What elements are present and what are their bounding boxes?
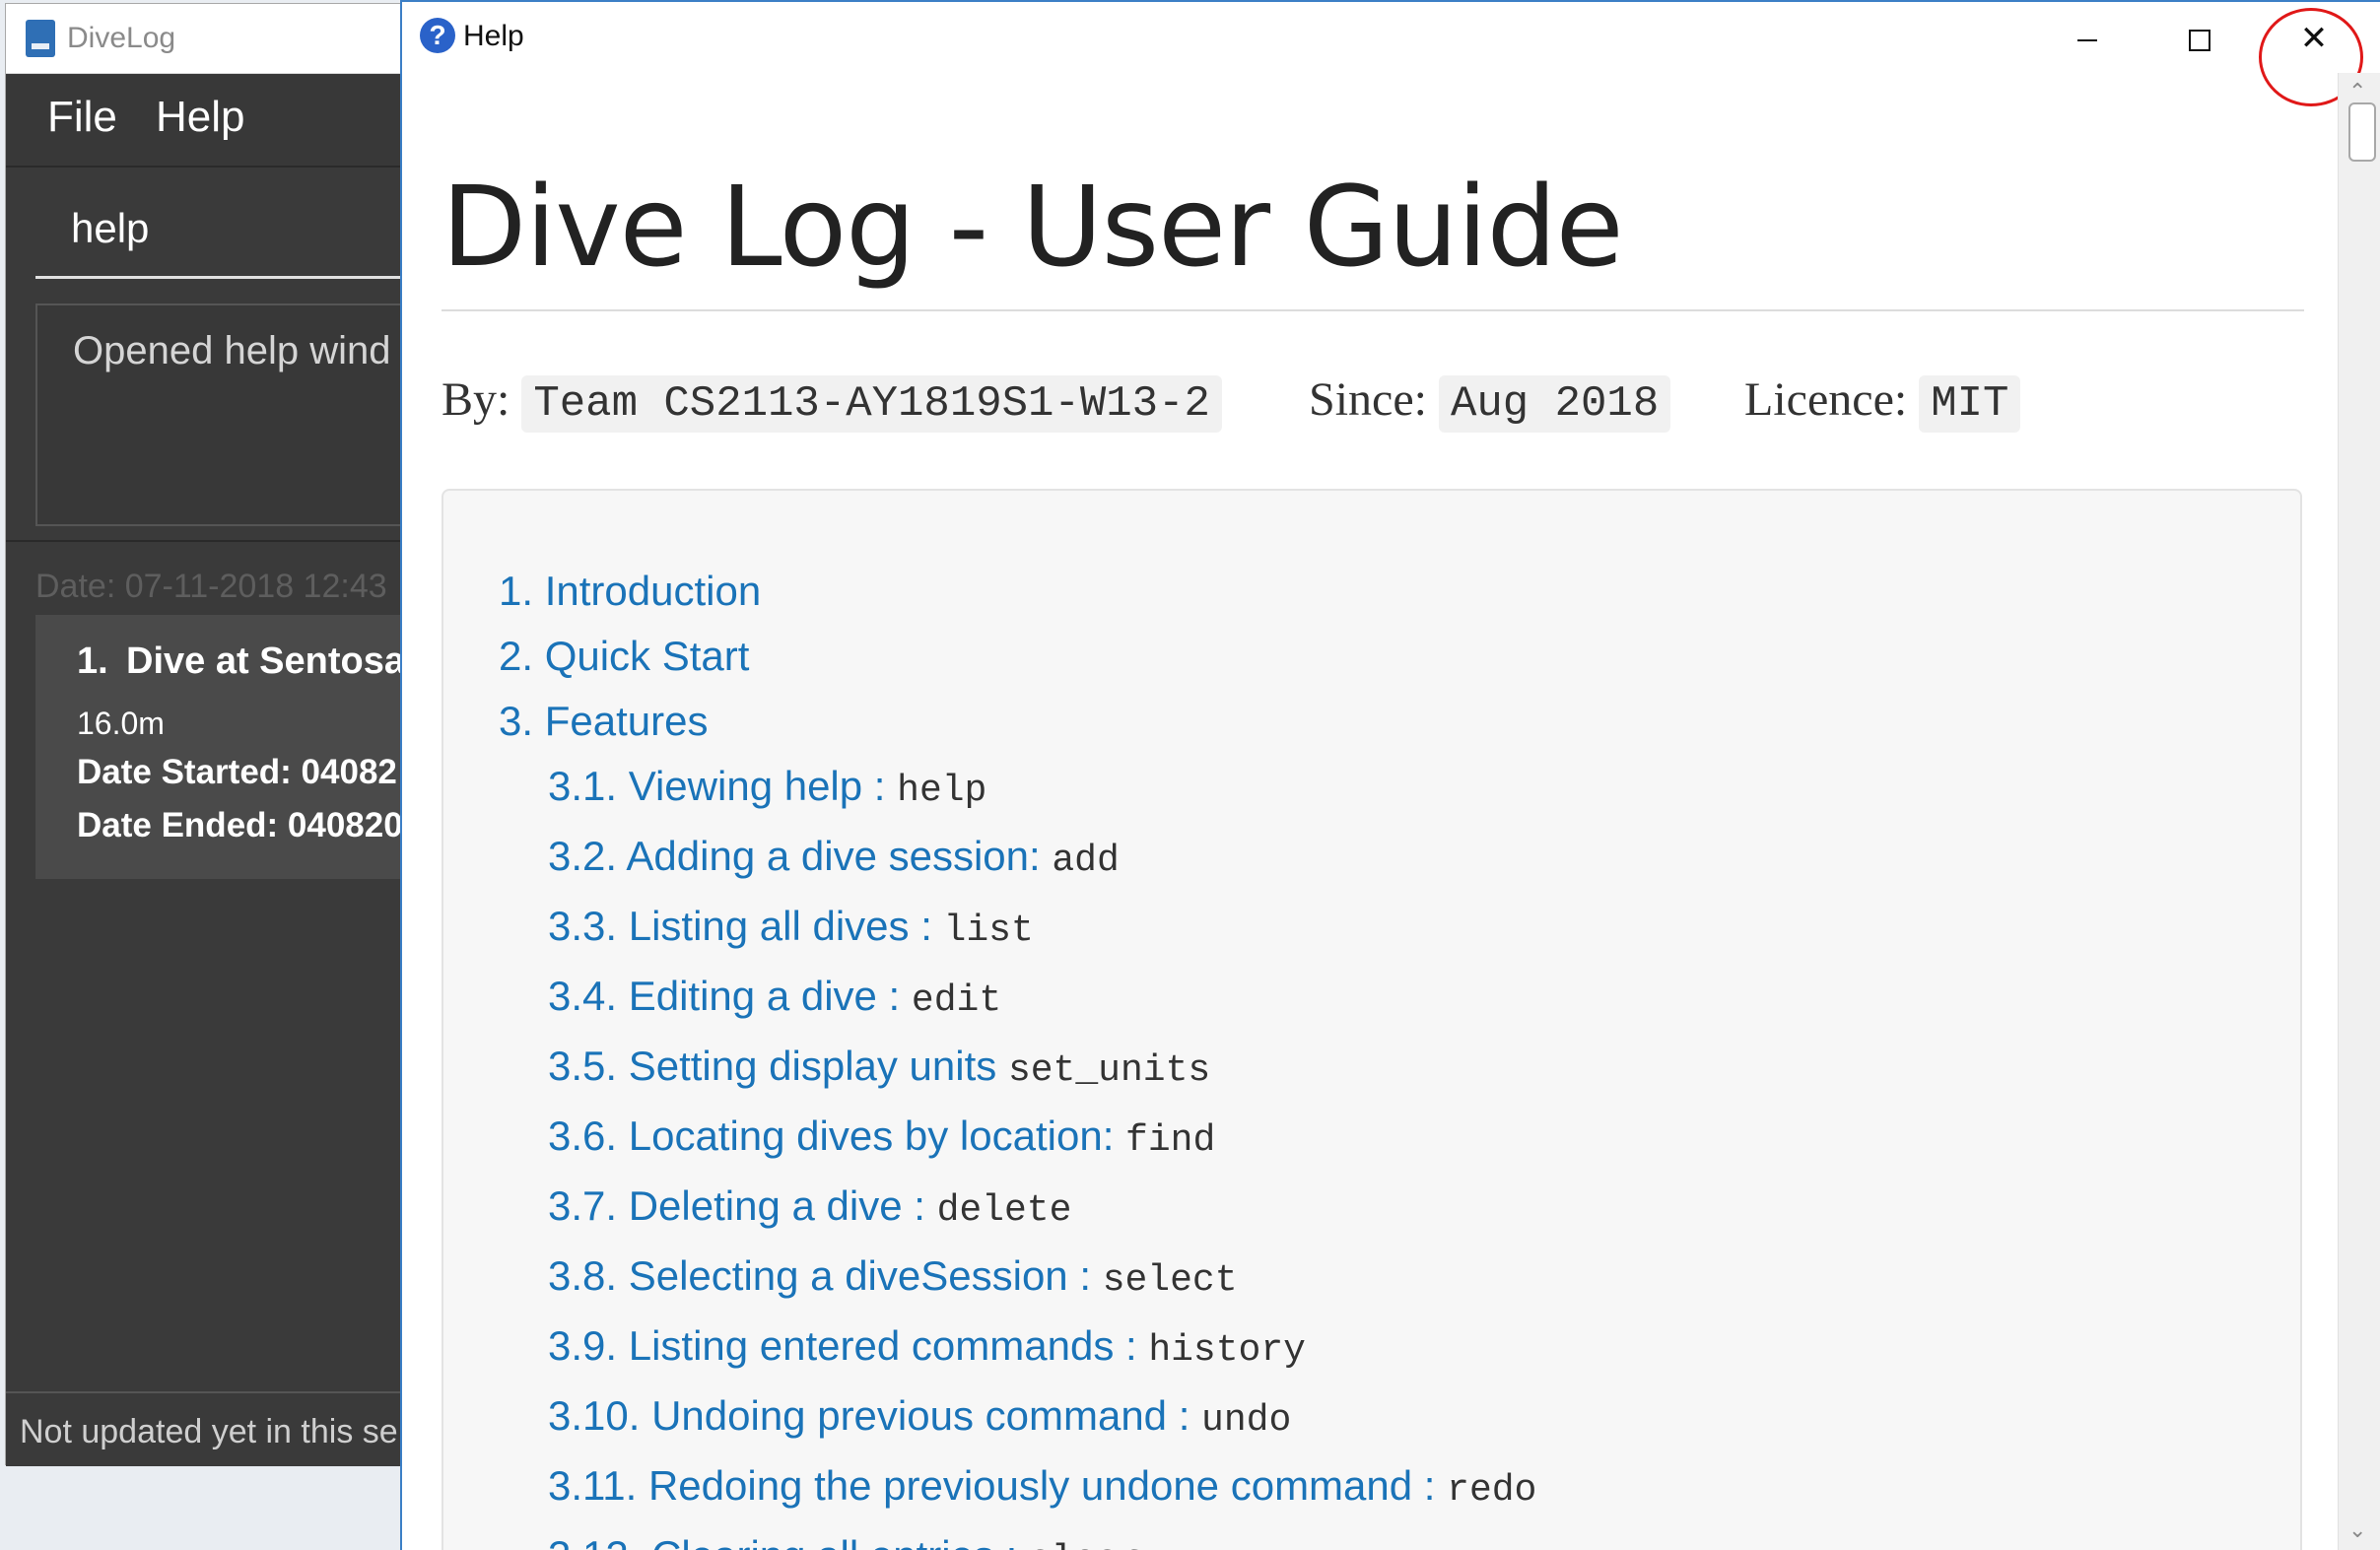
command-input-value: help	[71, 205, 150, 251]
toc-text: 3.10. Undoing previous command :	[548, 1392, 1202, 1439]
toc-text: 3.2. Adding a dive session:	[548, 833, 1053, 879]
toc-text: 3.12. Clearing all entries :	[548, 1532, 1029, 1550]
toc-item[interactable]: 3.11. Redoing the previously undone comm…	[548, 1462, 1536, 1512]
list-header: Date: 07-11-2018 12:43	[35, 568, 387, 605]
divider	[6, 540, 410, 542]
toc-item[interactable]: 3. Features	[499, 698, 708, 747]
toc-text: 3.9. Listing entered commands :	[548, 1322, 1149, 1369]
toc-item[interactable]: 3.9. Listing entered commands : history	[548, 1322, 1306, 1372]
toc-code: add	[1052, 840, 1120, 882]
toc-text: 3. Features	[499, 698, 709, 744]
dive-card-depth: 16.0m	[77, 706, 165, 741]
toc-code: redo	[1447, 1469, 1537, 1512]
maximize-button[interactable]	[2160, 12, 2239, 65]
toc-item[interactable]: 3.1. Viewing help : help	[548, 763, 986, 812]
toc-item[interactable]: 3.2. Adding a dive session: add	[548, 833, 1120, 882]
toc-code: help	[897, 770, 987, 812]
maximize-icon	[2189, 30, 2210, 52]
toc-code: find	[1125, 1119, 1216, 1162]
toc-code: list	[943, 910, 1034, 952]
divelog-titlebar: DiveLog	[6, 4, 410, 74]
toc-item[interactable]: 3.3. Listing all dives : list	[548, 903, 1034, 952]
licence-label: Licence:	[1744, 373, 1908, 426]
title-rule	[442, 309, 2304, 311]
toc-code: delete	[936, 1189, 1072, 1232]
toc-text: 3.8. Selecting a diveSession :	[548, 1252, 1103, 1299]
vertical-scrollbar[interactable]: ⌃ ⌄	[2338, 73, 2380, 1550]
toc-text: 1. Introduction	[499, 568, 762, 614]
toc-text: 3.4. Editing a dive :	[548, 973, 912, 1019]
minimize-icon	[2077, 39, 2097, 42]
since-label: Since:	[1309, 373, 1427, 426]
meta-by: By: Team CS2113-AY1819S1-W13-2	[442, 372, 1222, 433]
by-value: Team CS2113-AY1819S1-W13-2	[521, 375, 1222, 433]
toc-item[interactable]: 1. Introduction	[499, 568, 761, 617]
toc-code: edit	[911, 979, 1002, 1022]
dive-card-date-ended: Date Ended: 040820	[77, 806, 403, 844]
toc-text: 2. Quick Start	[499, 633, 750, 679]
divelog-menubar: File Help	[6, 75, 410, 168]
status-text: Not updated yet in this se	[20, 1413, 398, 1450]
dive-card-index: 1.	[77, 640, 108, 682]
toc-item[interactable]: 3.7. Deleting a dive : delete	[548, 1182, 1071, 1232]
toc-code: history	[1148, 1329, 1306, 1372]
toc-item[interactable]: 3.5. Setting display units set_units	[548, 1043, 1210, 1092]
dive-card-date-started: Date Started: 04082	[77, 753, 397, 791]
page-title: Dive Log - User Guide	[442, 164, 1624, 292]
toc-code: clear	[1029, 1539, 1141, 1550]
result-text: Opened help wind	[73, 329, 391, 372]
licence-value: MIT	[1919, 375, 2021, 433]
dive-card[interactable]: 1. Dive at Sentosa 16.0m Date Started: 0…	[35, 615, 410, 879]
by-label: By:	[442, 373, 510, 426]
toc-code: set_units	[1007, 1049, 1211, 1092]
help-window-title: Help	[463, 20, 524, 52]
help-question-icon: ?	[420, 18, 455, 53]
toc-text: 3.1. Viewing help :	[548, 763, 898, 809]
menu-help[interactable]: Help	[156, 93, 245, 142]
scroll-thumb[interactable]	[2348, 102, 2376, 162]
dive-card-name: Dive at Sentosa	[126, 640, 405, 682]
toc-text: 3.6. Locating dives by location:	[548, 1112, 1126, 1159]
toc-code: select	[1102, 1259, 1238, 1302]
status-bar: Not updated yet in this se	[6, 1391, 410, 1466]
toc-item[interactable]: 3.6. Locating dives by location: find	[548, 1112, 1215, 1162]
scroll-down-icon[interactable]: ⌄	[2348, 1517, 2366, 1543]
result-display: Opened help wind	[35, 303, 412, 526]
toc-item[interactable]: 3.4. Editing a dive : edit	[548, 973, 1001, 1022]
toc-code: undo	[1201, 1399, 1292, 1442]
meta-licence: Licence: MIT	[1744, 372, 2021, 433]
table-of-contents: 1. Introduction 2. Quick Start 3. Featur…	[442, 489, 2302, 1550]
toc-text: 3.3. Listing all dives :	[548, 903, 944, 949]
minimize-button[interactable]	[2048, 12, 2127, 65]
help-titlebar: ? Help ✕	[402, 2, 2380, 106]
divelog-window: DiveLog File Help help Opened help wind …	[6, 4, 412, 1466]
help-window: ? Help ✕ ⌃ ⌄ Dive Log - User Guide By: T…	[400, 0, 2380, 1550]
scroll-up-icon[interactable]: ⌃	[2348, 79, 2366, 104]
divelog-title: DiveLog	[67, 22, 176, 54]
since-value: Aug 2018	[1438, 375, 1671, 433]
toc-text: 3.11. Redoing the previously undone comm…	[548, 1462, 1448, 1509]
divelog-app-icon	[26, 20, 55, 57]
toc-item[interactable]: 2. Quick Start	[499, 633, 749, 682]
toc-item[interactable]: 3.12. Clearing all entries : clear	[548, 1532, 1141, 1550]
toc-item[interactable]: 3.10. Undoing previous command : undo	[548, 1392, 1291, 1442]
toc-text: 3.7. Deleting a dive :	[548, 1182, 937, 1229]
toc-text: 3.5. Setting display units	[548, 1043, 1008, 1089]
menu-file[interactable]: File	[47, 93, 117, 142]
command-input[interactable]: help	[35, 187, 410, 279]
toc-item[interactable]: 3.8. Selecting a diveSession : select	[548, 1252, 1238, 1302]
meta-since: Since: Aug 2018	[1309, 372, 1671, 433]
